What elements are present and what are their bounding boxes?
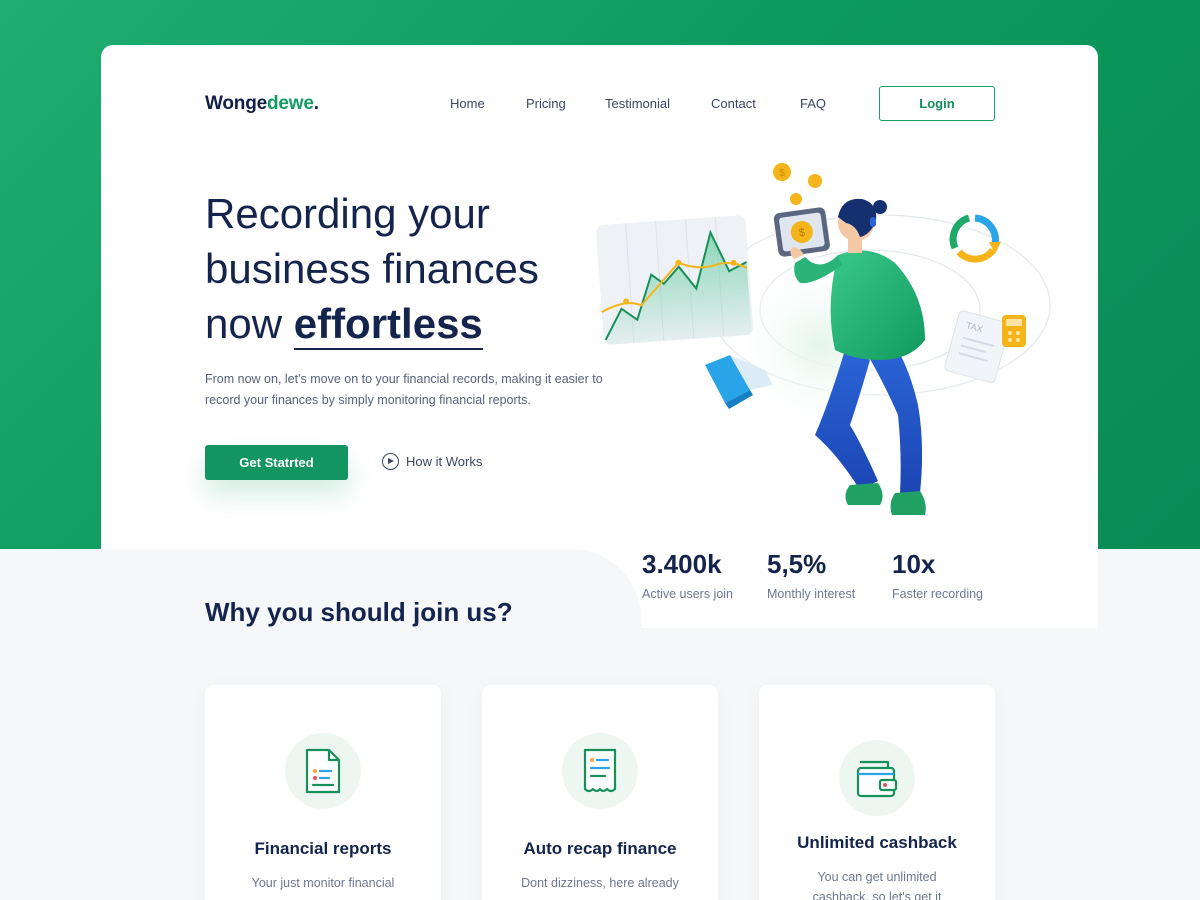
hero-title: Recording your business finances now eff… — [205, 186, 625, 351]
feature-title: Unlimited cashback — [797, 833, 957, 852]
login-button[interactable]: Login — [879, 86, 995, 121]
nav-pricing[interactable]: Pricing — [526, 96, 566, 111]
wallet-icon — [856, 760, 898, 798]
get-started-button[interactable]: Get Statrted — [205, 445, 348, 480]
feature-card-auto-recap[interactable]: Auto recap finance Dont dizziness, here … — [482, 685, 718, 900]
stat-faster-recording-value: 10x — [892, 549, 936, 579]
stat-active-users-label: Active users join — [642, 587, 734, 601]
how-it-works-link[interactable]: How it Works — [382, 453, 482, 470]
hero-illustration: $ $ TAX — [596, 163, 1051, 515]
tax-document-icon: TAX — [944, 310, 1010, 383]
calculator-icon — [1002, 315, 1026, 347]
feature-card-unlimited-cashback[interactable]: Unlimited cashback You can get unlimited… — [759, 685, 995, 900]
nav-home[interactable]: Home — [450, 96, 485, 111]
feature-description: Your just monitor financial — [251, 876, 395, 890]
hero-title-line3: now — [205, 300, 294, 347]
logo-text-part2: dewe — [266, 93, 314, 114]
chart-panel — [596, 215, 754, 345]
tablet-device: $ — [773, 207, 830, 257]
stat-active-users-value: 3.400k — [642, 549, 722, 579]
receipt-icon — [583, 748, 617, 793]
nav-contact[interactable]: Contact — [711, 96, 756, 111]
feature-icon-wrap — [285, 733, 361, 809]
feature-title: Auto recap finance — [523, 839, 677, 858]
feature-icon-wrap — [839, 740, 915, 816]
logo-dot: . — [313, 93, 319, 114]
logo-text-part1: Wonge — [205, 93, 267, 114]
nav-testimonial[interactable]: Testimonial — [605, 96, 670, 111]
hero-title-line2: business finances — [205, 245, 539, 292]
hero-title-line1: Recording your — [205, 190, 490, 237]
play-icon — [382, 453, 399, 470]
feature-title: Financial reports — [254, 839, 392, 858]
hero-title-emphasis: effortless — [293, 300, 483, 350]
svg-text:$: $ — [779, 168, 785, 179]
hero-description: From now on, let's move on to your finan… — [205, 372, 603, 407]
how-it-works-label: How it Works — [406, 454, 483, 469]
feature-description: You can get unlimited cashback, so let's… — [812, 870, 942, 900]
stat-faster-recording-label: Faster recording — [892, 587, 984, 601]
feature-card-financial-reports[interactable]: Financial reports Your just monitor fina… — [205, 685, 441, 900]
coin-icons: $ — [773, 163, 822, 205]
nav-faq[interactable]: FAQ — [800, 96, 826, 111]
stat-monthly-interest-value: 5,5% — [767, 549, 827, 579]
feature-description: Dont dizziness, here already — [521, 876, 679, 890]
stat-monthly-interest-label: Monthly interest — [767, 587, 856, 601]
brand-logo[interactable]: Wongedewe. — [205, 93, 319, 115]
feature-icon-wrap — [562, 733, 638, 809]
document-icon — [305, 748, 341, 794]
refresh-cycle-icon — [949, 214, 1001, 263]
why-heading: Why you should join us? — [205, 597, 513, 627]
